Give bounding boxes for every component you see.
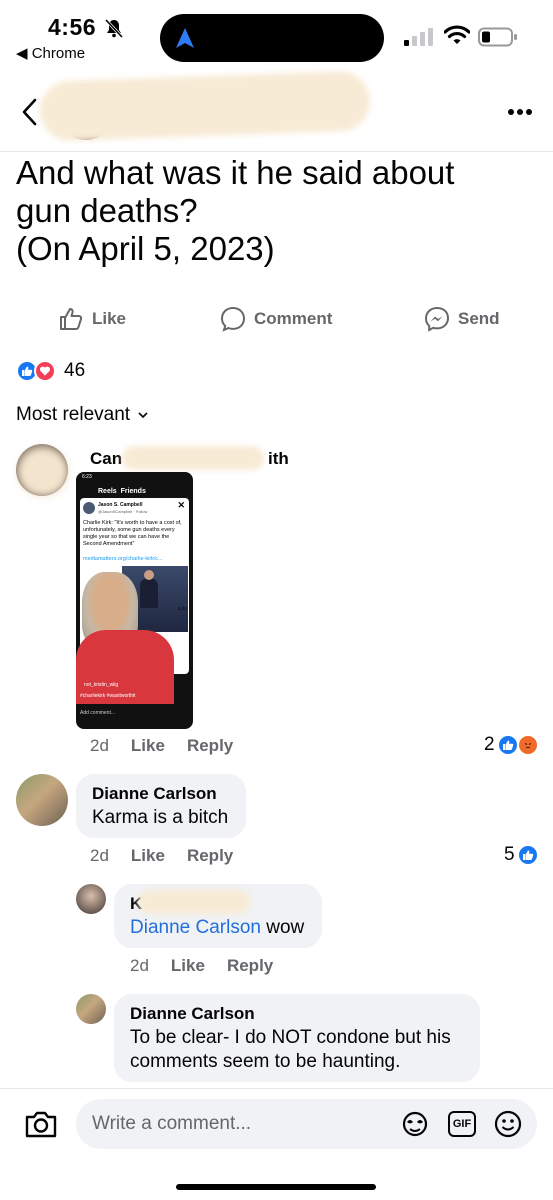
reel-tabs: Reels Friends	[98, 488, 146, 495]
comment-composer: Write a comment... GIF	[0, 1088, 553, 1200]
like-reaction-icon	[496, 734, 519, 756]
battery-icon	[478, 27, 517, 47]
comment-like-button[interactable]: Like	[131, 736, 165, 756]
tweet-count: 5,34	[178, 606, 187, 611]
commenter-avatar[interactable]	[16, 774, 68, 826]
comment-input[interactable]: Write a comment... GIF	[76, 1099, 537, 1149]
post-text: And what was it he said about gun deaths…	[16, 154, 455, 267]
back-chevron-icon[interactable]	[20, 98, 40, 126]
redacted-avatar	[18, 448, 68, 496]
reply-reply-button[interactable]: Reply	[227, 956, 273, 976]
comment-text: Karma is a bitch	[92, 807, 229, 828]
comment-label: Comment	[254, 309, 333, 328]
back-to-chrome-link[interactable]: ◀ Chrome	[16, 44, 85, 62]
like-reaction-icon	[516, 844, 539, 866]
sort-label: Most relevant	[16, 404, 131, 425]
comment-bubble-icon	[220, 306, 246, 332]
status-bar: 4:56 ◀ Chrome	[0, 0, 553, 70]
reel-add-comment: Add comment...	[80, 710, 116, 716]
tweet-handle: @JasonSCampbell · Follow	[98, 509, 148, 514]
commenter-name-end[interactable]: ith	[268, 449, 289, 469]
tweet-author: Jason S. Campbell	[98, 502, 143, 508]
send-button[interactable]: Send	[424, 306, 500, 332]
status-time: 4:56	[48, 14, 97, 40]
comment-reply-button[interactable]: Reply	[187, 736, 233, 756]
reply-name[interactable]: Dianne Carlson	[130, 1004, 464, 1024]
wifi-icon	[444, 25, 470, 44]
commenter-name[interactable]: Dianne Carlson	[92, 784, 230, 804]
redacted-commenter-name	[122, 446, 264, 470]
like-label: Like	[92, 309, 127, 328]
thumbs-up-icon	[60, 308, 83, 330]
reply-text: To be clear- I do NOT condone but his co…	[130, 1027, 451, 1072]
reel-screenshot-attachment[interactable]: 6:23 Reels Friends Jason S. Campbell @Ja…	[76, 472, 193, 729]
comment-reactions[interactable]: 5	[504, 844, 539, 866]
close-icon: ✕	[177, 500, 185, 510]
comment-reaction-count: 2	[484, 734, 495, 755]
comment-input-placeholder: Write a comment...	[92, 1113, 252, 1134]
avatar-sticker-icon[interactable]	[400, 1110, 430, 1138]
comment-age: 2d	[90, 736, 109, 755]
reaction-count: 46	[64, 360, 86, 381]
tweet-text: Charlie Kirk: "It's worth to have a cost…	[83, 520, 182, 547]
tweet-author-avatar	[83, 502, 95, 514]
cellular-signal-icon	[404, 28, 433, 46]
mention-link[interactable]: Dianne Carlson	[130, 917, 261, 938]
reply-age: 2d	[130, 956, 149, 975]
reel-time: 6:23	[82, 474, 92, 480]
chevron-down-icon	[138, 412, 148, 419]
location-arrow-icon	[176, 28, 194, 48]
gif-label: GIF	[452, 1118, 472, 1130]
love-reaction-icon	[34, 360, 56, 382]
camera-icon[interactable]	[24, 1109, 58, 1139]
comment-button[interactable]: Comment	[220, 306, 332, 332]
more-options-icon[interactable]	[507, 108, 533, 116]
gif-button[interactable]: GIF	[448, 1111, 476, 1137]
comment-meta: 2d Like Reply	[90, 846, 233, 866]
reply-avatar[interactable]	[76, 884, 106, 914]
commenter-name-start[interactable]: Can	[90, 449, 122, 469]
comment-meta: 2d Like Reply	[90, 736, 233, 756]
reply-like-button[interactable]: Like	[171, 956, 205, 976]
messenger-icon	[424, 306, 450, 332]
bell-slash-icon	[104, 18, 124, 38]
comment-reactions[interactable]: 2	[484, 734, 539, 756]
tweet-link: mediamatters.org/charlie-kirk/c...	[83, 556, 163, 562]
comment-reaction-count: 5	[504, 844, 515, 865]
post-reactions[interactable]: 46	[16, 360, 85, 382]
home-indicator	[176, 1184, 376, 1190]
redacted-reply-name	[138, 890, 250, 914]
post-actions: Like Comment Send	[0, 300, 553, 340]
reply-body: wow	[260, 917, 305, 938]
comment-bubble: Dianne Carlson Karma is a bitch	[76, 774, 246, 838]
reel-tags: #charliekirk #wasitworthit	[80, 693, 136, 699]
comment-like-button[interactable]: Like	[131, 846, 165, 866]
reply-text: Dianne Carlson wow	[130, 916, 306, 940]
angry-reaction-icon	[516, 734, 539, 756]
reply-meta: 2d Like Reply	[130, 956, 273, 976]
like-button[interactable]: Like	[58, 306, 126, 332]
comment-age: 2d	[90, 846, 109, 865]
redacted-poster-name	[39, 70, 371, 142]
reply-bubble: Dianne Carlson To be clear- I do NOT con…	[114, 994, 480, 1082]
reel-user: not_kristin_wiig	[84, 682, 119, 688]
send-label: Send	[458, 309, 500, 328]
reply-avatar[interactable]	[76, 994, 106, 1024]
comment-reply-button[interactable]: Reply	[187, 846, 233, 866]
post-header	[0, 70, 553, 152]
comment-sort-dropdown[interactable]: Most relevant	[16, 404, 148, 426]
emoji-icon[interactable]	[493, 1109, 523, 1139]
